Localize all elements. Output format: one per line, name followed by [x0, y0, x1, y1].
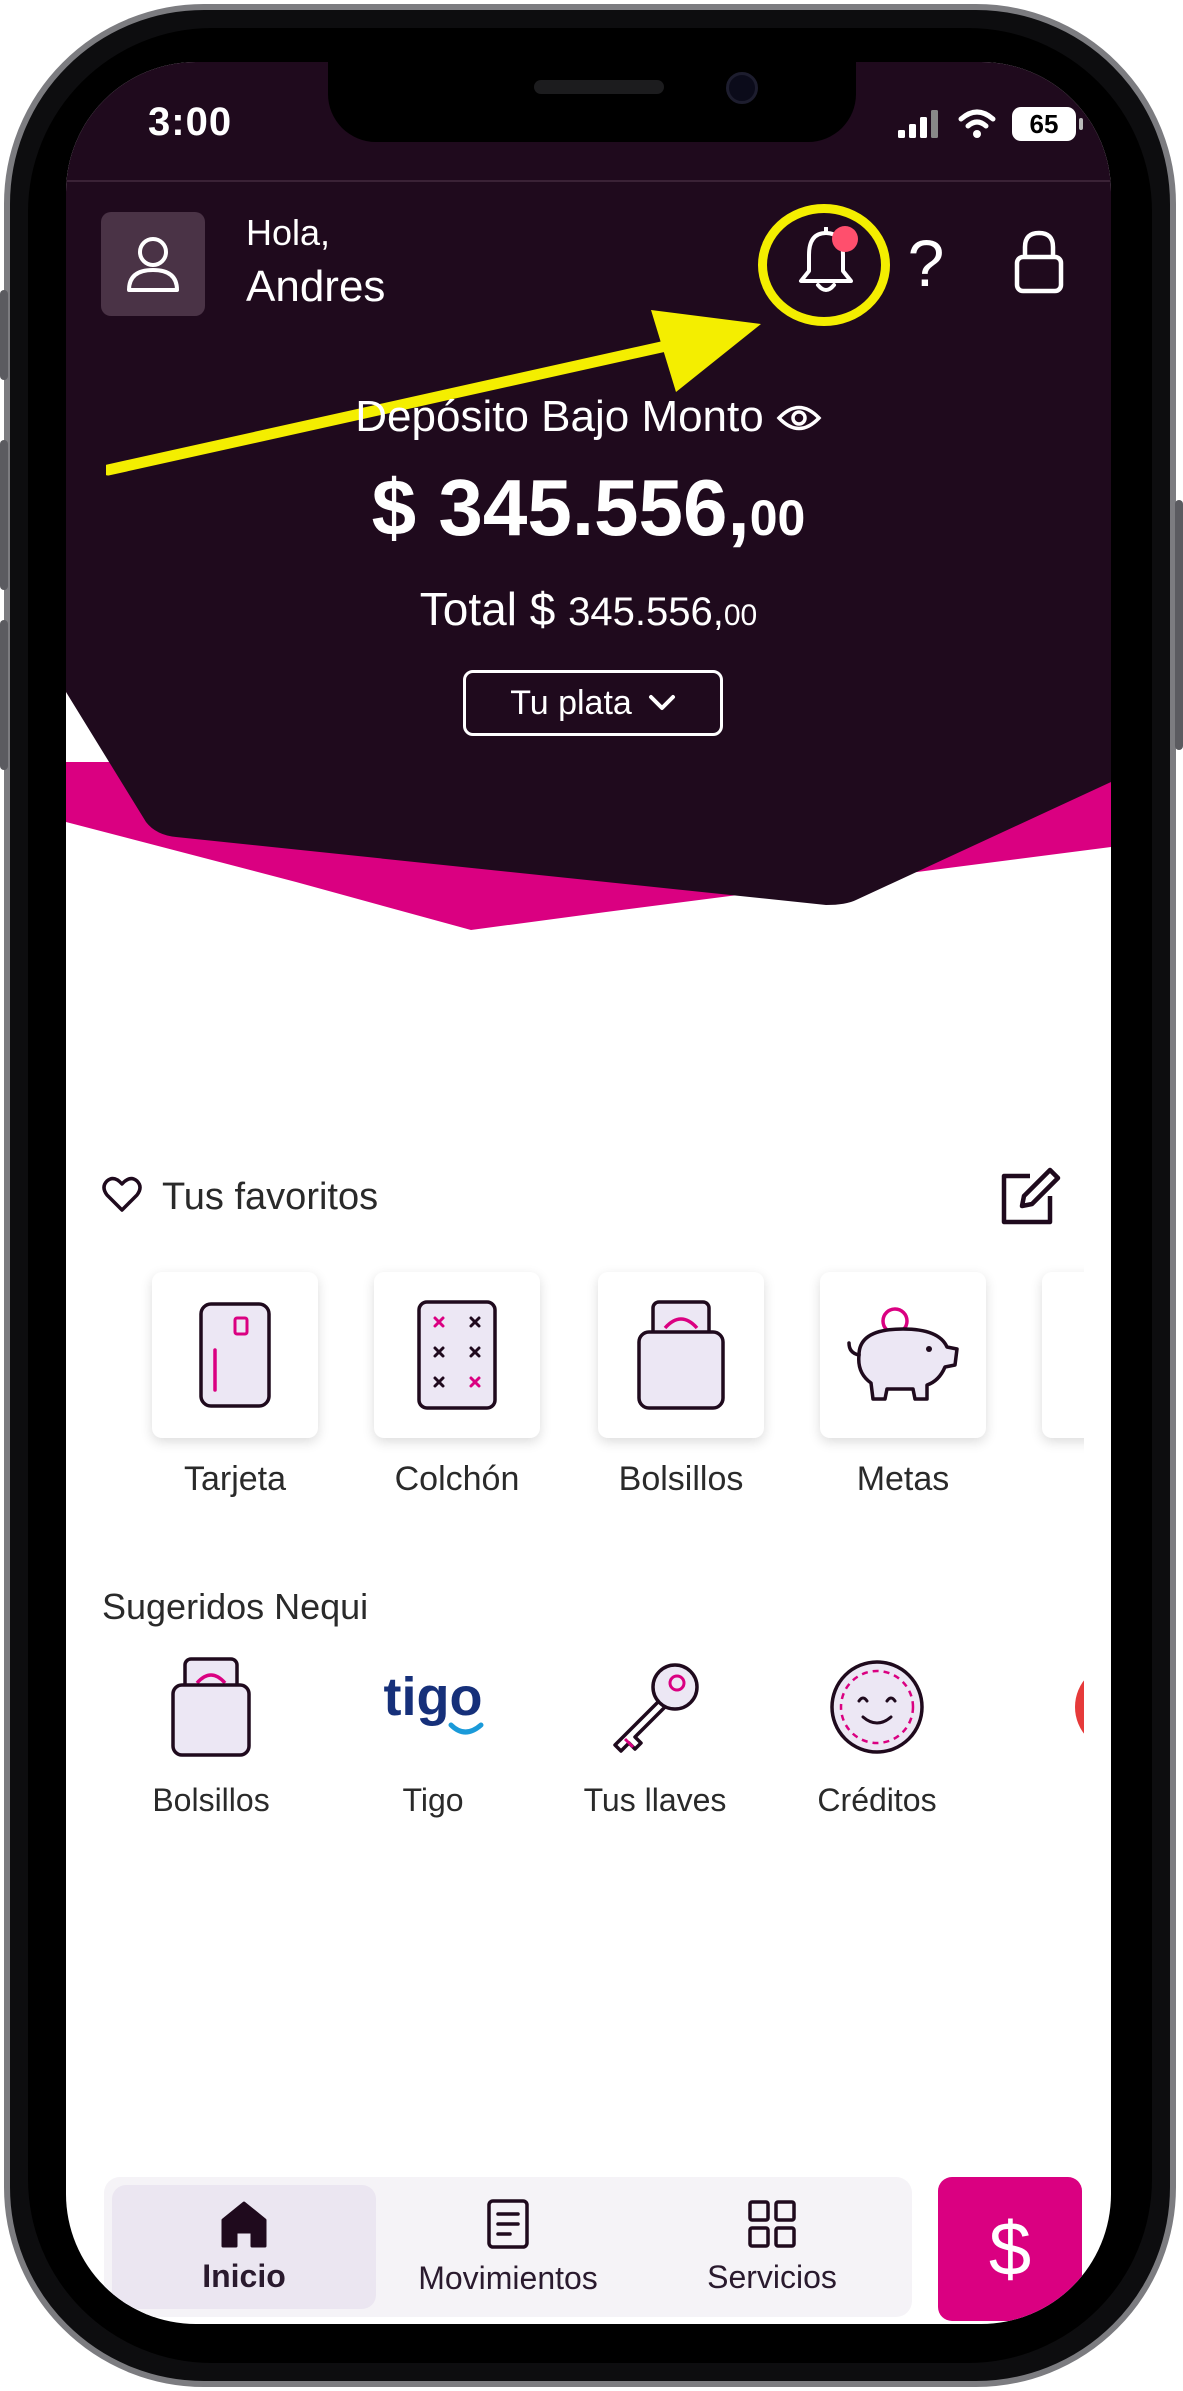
- device-notch: [328, 62, 856, 142]
- favorite-card: [820, 1272, 986, 1438]
- help-button[interactable]: ?: [896, 220, 956, 306]
- nav-label: Servicios: [707, 2258, 837, 2295]
- nav-label: Movimientos: [418, 2259, 598, 2296]
- cellular-signal-icon: [898, 110, 938, 138]
- nav-item-inicio[interactable]: Inicio: [112, 2185, 376, 2309]
- balance-total-prefix: Total $: [419, 583, 569, 635]
- suggested-item-tus-llaves[interactable]: Tus llaves: [560, 1652, 750, 1819]
- piggy-bank-icon: [847, 1307, 959, 1401]
- balance-amount-main: $ 345.556,: [371, 463, 750, 552]
- lock-button[interactable]: [1004, 222, 1074, 302]
- greeting-label: Hola,: [246, 212, 331, 253]
- favorite-label: Metas: [856, 1460, 950, 1498]
- wifi-icon: [958, 109, 996, 138]
- suggested-icon-wrap: [560, 1652, 750, 1762]
- edit-favorites-icon[interactable]: [996, 1164, 1062, 1230]
- battery-icon: 65: [1012, 107, 1083, 141]
- favorite-item-colchon[interactable]: Colchón: [374, 1272, 540, 1499]
- credit-smile-icon: [830, 1660, 924, 1754]
- favorite-label: Bolsillos: [618, 1460, 744, 1498]
- tigo-logo: tigo: [338, 1652, 528, 1762]
- suggested-icon-wrap: [116, 1652, 306, 1762]
- help-icon: ?: [907, 226, 945, 300]
- battery-tip: [1079, 118, 1083, 130]
- favorites-title: Tus favoritos: [162, 1176, 379, 1218]
- nav-label: Inicio: [202, 2257, 286, 2294]
- favorite-card: [598, 1272, 764, 1438]
- tu-plata-label: Tu plata: [510, 683, 632, 722]
- suggested-icon-wrap: [782, 1652, 972, 1762]
- suggested-label: Bolsillos: [152, 1782, 270, 1818]
- earpiece-speaker: [534, 80, 664, 94]
- dollar-icon: $: [988, 2206, 1032, 2292]
- mattress-icon: [417, 1300, 497, 1410]
- carousel-edge-mask: [1084, 1212, 1111, 1912]
- favorite-item-bolsillos[interactable]: Bolsillos: [598, 1272, 764, 1499]
- volume-down-button: [0, 620, 8, 770]
- battery-level: 65: [1029, 109, 1059, 139]
- suggested-row: Bolsillos tigo Tigo Tus llaves Créditos: [116, 1652, 1111, 1832]
- front-camera: [726, 72, 758, 104]
- key-icon: [613, 1663, 699, 1753]
- balance-total-main: 345.556,: [568, 590, 724, 634]
- send-money-button[interactable]: $: [938, 2177, 1082, 2321]
- nav-item-movimientos[interactable]: Movimientos: [376, 2185, 640, 2309]
- phone-frame: 3:00 65 Hola, Andres ? Depósito Bajo Mon…: [0, 0, 1183, 2391]
- annotation-arrow: [106, 310, 761, 476]
- pocket-icon: [637, 1300, 725, 1410]
- balance-amount: $ 345.556,00: [66, 462, 1111, 554]
- tigo-logo-text: tigo: [384, 1667, 483, 1727]
- header-divider: [66, 180, 1111, 182]
- eye-icon[interactable]: [776, 394, 822, 444]
- suggested-label: Tus llaves: [583, 1782, 727, 1818]
- silent-switch: [0, 290, 8, 380]
- favorite-label: Tarjeta: [183, 1460, 287, 1498]
- pocket-icon: [171, 1657, 251, 1757]
- balance-amount-cents: 00: [749, 490, 806, 546]
- list-icon: [487, 2198, 529, 2249]
- suggested-label: Tigo: [402, 1782, 464, 1818]
- balance-account-name: Depósito Bajo Monto: [355, 392, 764, 441]
- card-icon: [199, 1302, 271, 1408]
- nav-item-servicios[interactable]: Servicios: [640, 2185, 904, 2309]
- app-screen: 3:00 65 Hola, Andres ? Depósito Bajo Mon…: [66, 62, 1111, 2324]
- favorite-card: [152, 1272, 318, 1438]
- suggested-item-bolsillos[interactable]: Bolsillos: [116, 1652, 306, 1819]
- balance-total: Total $ 345.556,00: [66, 582, 1111, 636]
- suggested-item-tigo[interactable]: tigo Tigo: [338, 1652, 528, 1819]
- status-indicators: 65: [898, 104, 1083, 144]
- tu-plata-dropdown[interactable]: Tu plata: [463, 670, 723, 736]
- lock-icon: [1014, 230, 1064, 294]
- suggested-item-creditos[interactable]: Créditos: [782, 1652, 972, 1819]
- chevron-down-icon: [648, 695, 675, 710]
- power-button: [1175, 500, 1183, 750]
- volume-up-button: [0, 440, 8, 590]
- balance-total-cents: 00: [723, 599, 758, 632]
- suggested-label: Créditos: [817, 1782, 937, 1818]
- heart-icon: [102, 1176, 142, 1212]
- favorites-row: Tarjeta Colchón Bolsillos Metas: [152, 1272, 1111, 1532]
- balance-account-label: Depósito Bajo Monto: [66, 392, 1111, 444]
- favorite-item-metas[interactable]: Metas: [820, 1272, 986, 1499]
- favorite-item-tarjeta[interactable]: Tarjeta: [152, 1272, 318, 1499]
- bottom-navigation: Inicio Movimientos Servicios: [104, 2177, 912, 2317]
- home-icon: [221, 2201, 267, 2247]
- favorite-label: Colchón: [394, 1460, 520, 1498]
- suggested-title: Sugeridos Nequi: [102, 1586, 369, 1627]
- favorite-card: [374, 1272, 540, 1438]
- status-time: 3:00: [148, 100, 233, 144]
- grid-icon: [748, 2199, 796, 2248]
